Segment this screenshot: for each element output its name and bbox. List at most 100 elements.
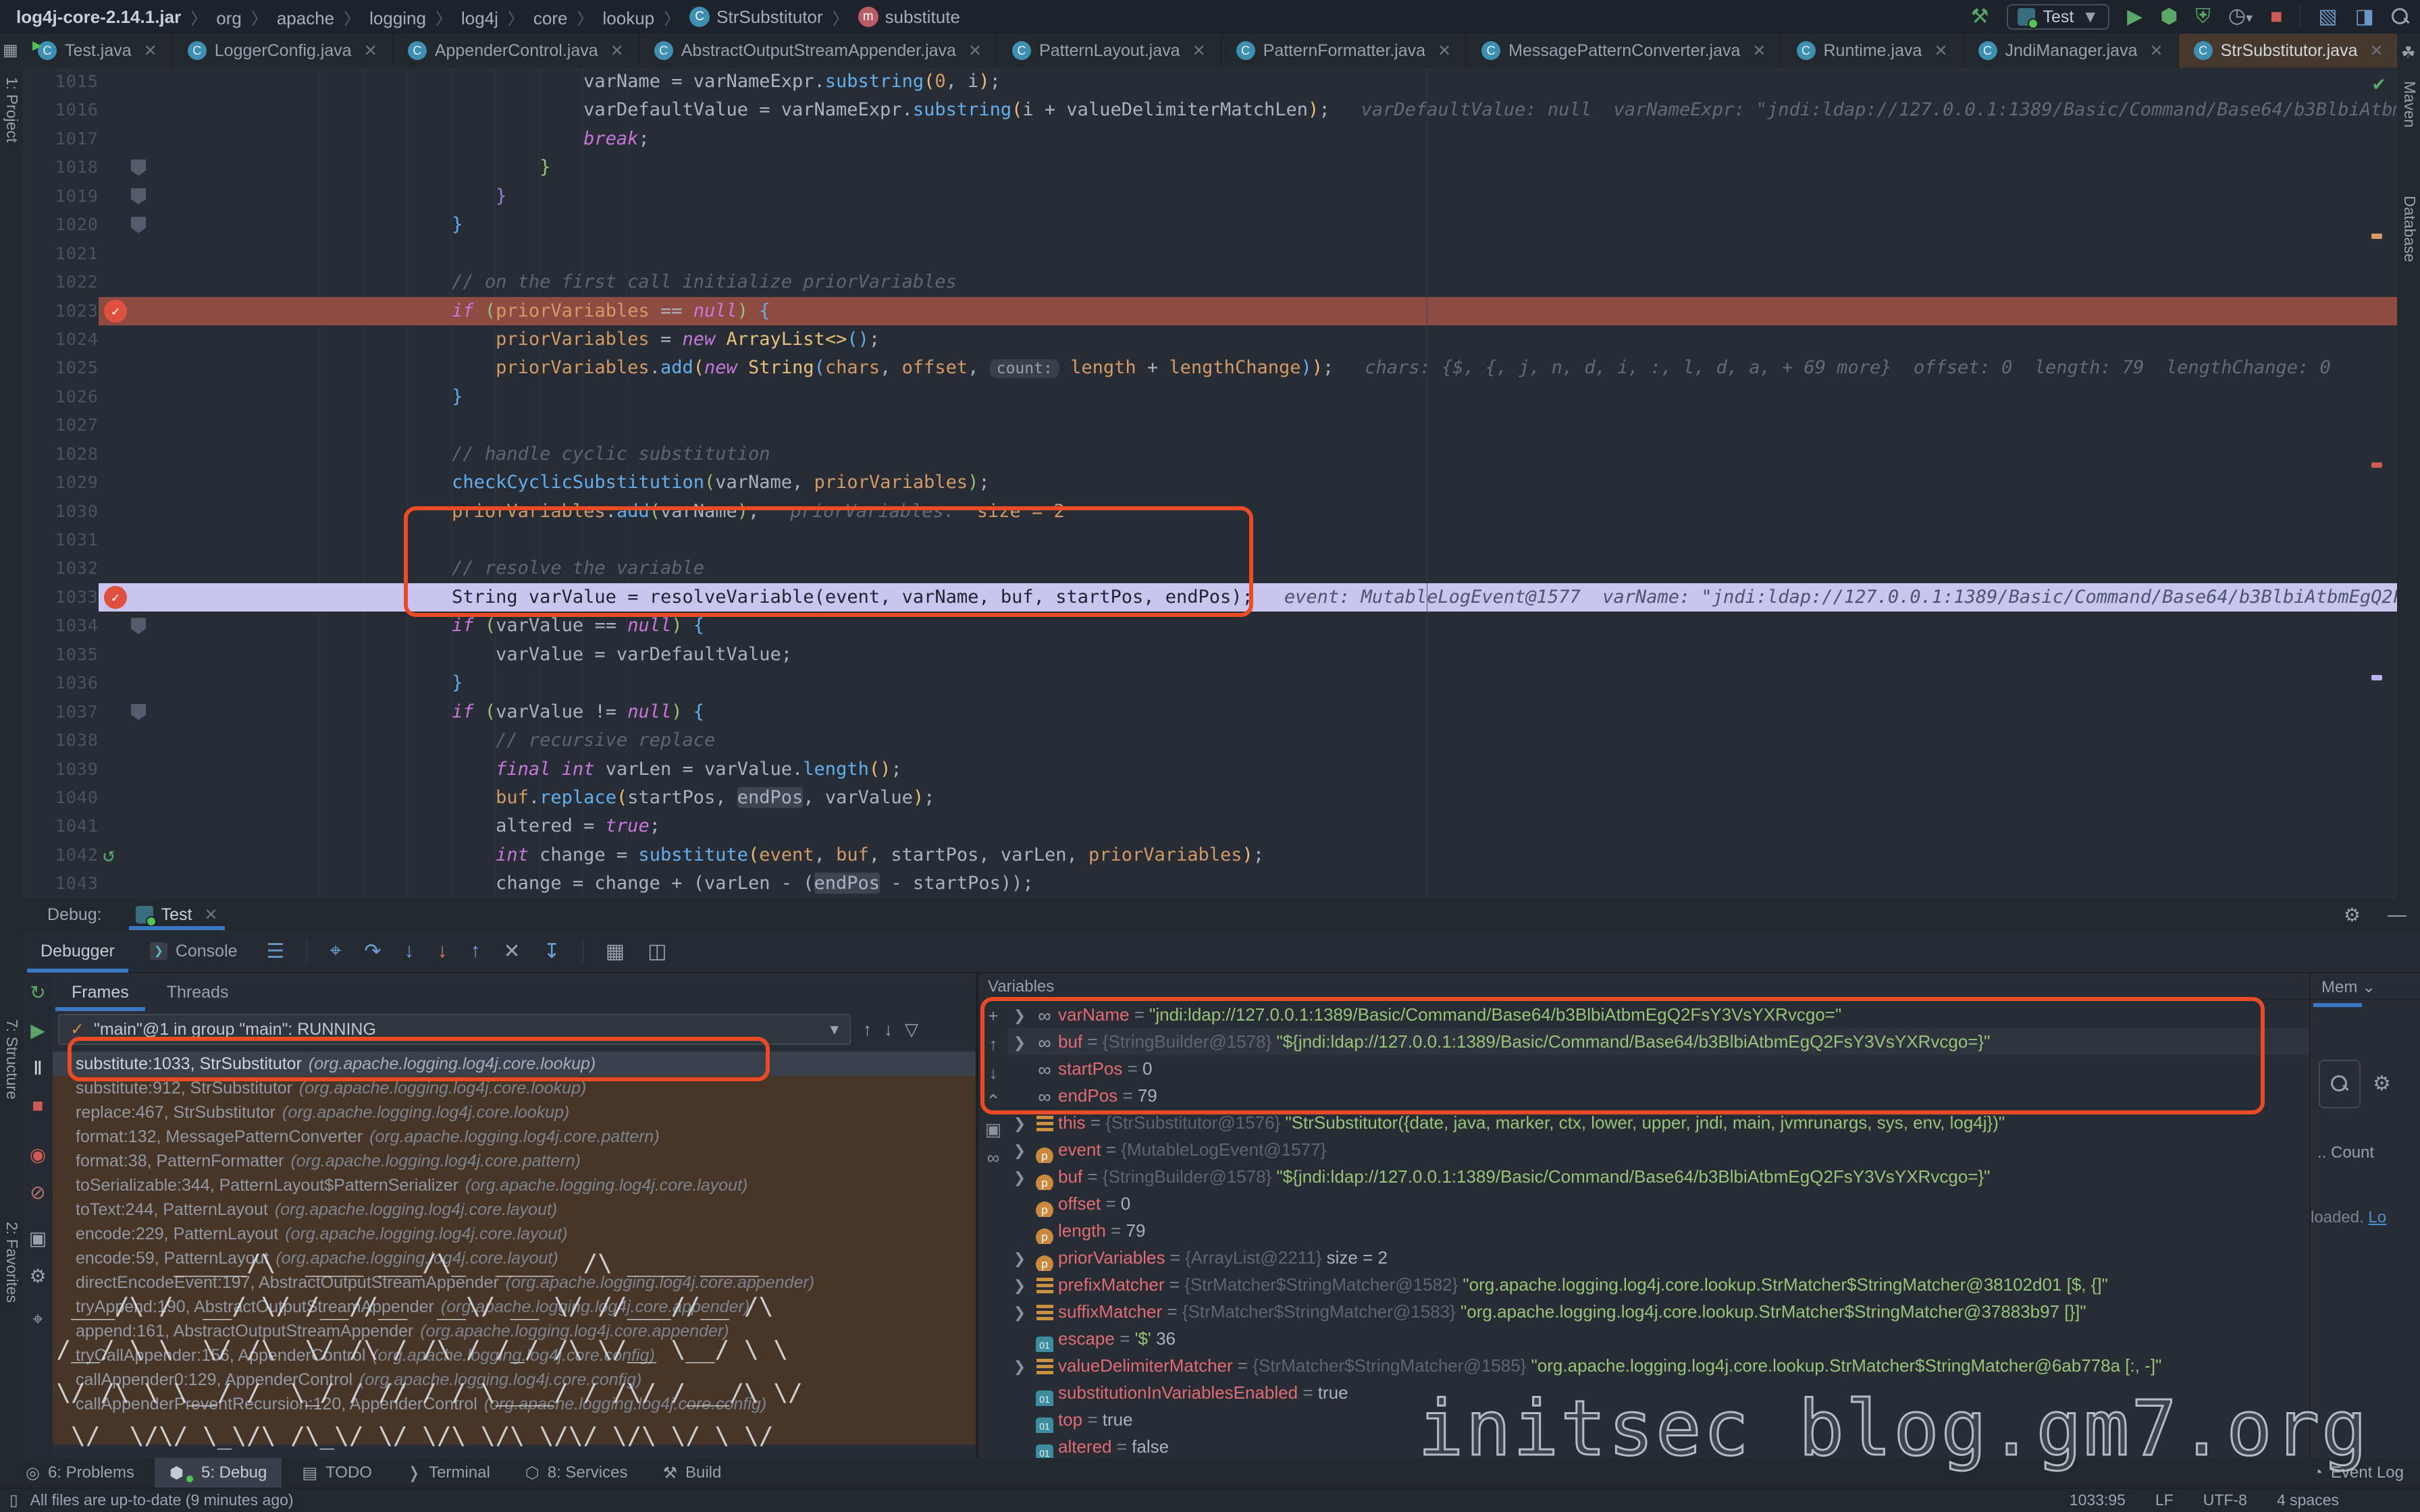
code-line[interactable]: 1033✓ String varValue = resolveVariable(…: [23, 583, 2397, 612]
code-line[interactable]: 1018 }: [23, 153, 2397, 182]
editor-tab[interactable]: CMessagePatternConverter.java✕: [1467, 34, 1781, 68]
close-icon[interactable]: ✕: [2369, 41, 2383, 61]
stop-button[interactable]: ■: [2270, 0, 2282, 34]
stack-frame-row[interactable]: toSerializable:344, PatternLayout$Patter…: [53, 1173, 976, 1197]
stack-frame-row[interactable]: directEncodeEvent:197, AbstractOutputStr…: [53, 1270, 976, 1295]
code-line[interactable]: 1041 altered = true;: [23, 812, 2397, 840]
editor-tab[interactable]: C▶Test.java✕: [23, 34, 173, 68]
breadcrumb-item[interactable]: lookup: [603, 8, 655, 28]
stop-button[interactable]: ■: [23, 1095, 53, 1116]
mute-breakpoints-button[interactable]: ⊘: [23, 1181, 53, 1204]
close-icon[interactable]: ✕: [968, 41, 982, 61]
close-icon[interactable]: ✕: [204, 905, 217, 925]
breadcrumb-class[interactable]: StrSubstitutor: [716, 7, 823, 28]
memory-search-box[interactable]: [2319, 1060, 2361, 1108]
code-line[interactable]: 1029 checkCyclicSubstitution(varName, pr…: [23, 468, 2397, 497]
code-line[interactable]: 1017 break;: [23, 125, 2397, 153]
view-breakpoints-button[interactable]: ◉: [23, 1143, 53, 1166]
variable-row[interactable]: 01substitutionInVariablesEnabled = true: [1008, 1379, 2309, 1406]
tool-window-button-terminal[interactable]: ❭Terminal: [392, 1458, 505, 1488]
code-line[interactable]: 1040 buf.replace(startPos, endPos, varVa…: [23, 784, 2397, 812]
stack-frame-row[interactable]: tryAppend:190, AbstractOutputStreamAppen…: [53, 1295, 976, 1319]
scrollbar-mark[interactable]: [2371, 675, 2382, 680]
stack-frame-row[interactable]: format:132, MessagePatternConverter(org.…: [53, 1125, 976, 1149]
code-line[interactable]: 1030 priorVariables.add(varName);priorVa…: [23, 497, 2397, 526]
code-line[interactable]: 1038 // recursive replace: [23, 726, 2397, 755]
add-watch-button[interactable]: +: [978, 1002, 1008, 1030]
capture-memory-button[interactable]: ▣: [978, 1115, 1008, 1143]
layout-settings-icon[interactable]: ◫: [648, 940, 666, 963]
stack-frame-row[interactable]: append:161, AbstractOutputStreamAppender…: [53, 1319, 976, 1343]
tool-window-button-build[interactable]: ⚒Build: [648, 1458, 736, 1488]
editor-tab[interactable]: CAppenderControl.java✕: [393, 34, 639, 68]
code-line[interactable]: 1019 }: [23, 182, 2397, 211]
collapse-all-button[interactable]: ⌃: [978, 1087, 1008, 1115]
code-line[interactable]: 1035 varValue = varDefaultValue;: [23, 641, 2397, 669]
close-icon[interactable]: ✕: [610, 41, 624, 61]
fold-marker-icon[interactable]: [131, 217, 146, 233]
code-line[interactable]: 1023✓ if (priorVariables == null) {: [23, 297, 2397, 325]
gear-icon[interactable]: ⚙: [2344, 904, 2361, 926]
variable-row[interactable]: 01altered = false: [1008, 1433, 2309, 1458]
code-line[interactable]: 1042↺ int change = substitute(event, buf…: [23, 841, 2397, 869]
project-structure-icon[interactable]: ▧: [2318, 0, 2337, 34]
frames-tab-threads[interactable]: Threads: [148, 973, 248, 1011]
prev-frame-icon[interactable]: ↑: [863, 1019, 872, 1040]
breadcrumb-item[interactable]: org: [216, 8, 242, 28]
frames-tab-frames[interactable]: Frames: [53, 973, 148, 1011]
breadcrumb-item[interactable]: core: [533, 8, 568, 28]
drop-frame-icon[interactable]: ✕: [503, 940, 520, 963]
tool-window-button--services[interactable]: ⬡8: Services: [510, 1458, 643, 1488]
capture-snapshot-button[interactable]: ▣: [23, 1227, 53, 1249]
scrollbar-mark[interactable]: [2371, 462, 2382, 468]
fold-marker-icon[interactable]: [131, 618, 146, 634]
editor-tab[interactable]: CPatternFormatter.java✕: [1221, 34, 1467, 68]
stack-frame-row[interactable]: tryCallAppender:156, AppenderControl(org…: [53, 1343, 976, 1368]
step-over-icon[interactable]: ↷: [364, 940, 381, 963]
status-item[interactable]: UTF-8: [2203, 1491, 2247, 1509]
debug-button[interactable]: ⬢: [2160, 0, 2178, 34]
evaluate-expression-icon[interactable]: ▦: [606, 940, 625, 963]
editor-tab[interactable]: CRuntime.java✕: [1782, 34, 1964, 68]
code-line[interactable]: 1016 varDefaultValue = varNameExpr.subst…: [23, 96, 2397, 124]
breadcrumb-item[interactable]: logging: [369, 8, 426, 28]
editor-tab[interactable]: CPatternLayout.java✕: [997, 34, 1221, 68]
project-strip-icon[interactable]: ▦: [3, 40, 18, 60]
variable-row[interactable]: ❯prefixMatcher = {StrMatcher$StringMatch…: [1008, 1271, 2309, 1298]
stack-frame-row[interactable]: substitute:912, StrSubstitutor(org.apach…: [53, 1076, 976, 1100]
breakpoint-icon[interactable]: ✓: [104, 300, 127, 323]
code-line[interactable]: 1027: [23, 411, 2397, 439]
close-icon[interactable]: ✕: [1934, 41, 1947, 61]
variable-row[interactable]: ❯suffixMatcher = {StrMatcher$StringMatch…: [1008, 1298, 2309, 1325]
tool-window-button--debug[interactable]: ⬢5: Debug: [155, 1458, 282, 1488]
coverage-button[interactable]: ⛨: [2195, 0, 2211, 34]
editor-tab[interactable]: CLoggerConfig.java✕: [173, 34, 393, 68]
show-execution-point-icon[interactable]: ⌖: [330, 940, 341, 963]
rerun-button[interactable]: ↻: [23, 981, 53, 1004]
pause-button[interactable]: Ⅱ: [23, 1057, 53, 1079]
status-item[interactable]: 1033:95: [2070, 1491, 2126, 1509]
variable-row[interactable]: ❯pbuf = {StringBuilder@1578} "${jndi:lda…: [1008, 1163, 2309, 1190]
debug-session-tab[interactable]: Test ✕: [129, 899, 225, 930]
hide-icon[interactable]: —: [2388, 904, 2406, 926]
code-line[interactable]: 1021: [23, 240, 2397, 268]
tool-strip-favorites[interactable]: 2: Favorites: [3, 1222, 21, 1303]
variable-row[interactable]: ❯∞buf = {StringBuilder@1578} "${jndi:lda…: [1008, 1028, 2309, 1055]
variable-row[interactable]: 01top = true: [1008, 1406, 2309, 1433]
tool-strip-maven[interactable]: Maven: [2400, 81, 2419, 128]
layout-icon[interactable]: ▯: [9, 1491, 18, 1509]
debug-settings-button[interactable]: ⚙: [23, 1265, 53, 1287]
variable-row[interactable]: poffset = 0: [1008, 1190, 2309, 1217]
force-step-into-icon[interactable]: ↓: [437, 940, 447, 963]
breadcrumb-item[interactable]: log4j: [461, 8, 498, 28]
code-line[interactable]: 1043 change = change + (varLen - (endPos…: [23, 869, 2397, 898]
code-line[interactable]: 1026 }: [23, 383, 2397, 411]
watches-toggle-button[interactable]: ∞: [978, 1143, 1008, 1172]
breadcrumb-method[interactable]: substitute: [885, 7, 960, 28]
fold-marker-icon[interactable]: [131, 159, 146, 176]
code-line[interactable]: 1034 if (varValue == null) {: [23, 612, 2397, 640]
run-to-cursor-icon[interactable]: ↧: [544, 940, 560, 963]
memory-tab[interactable]: Mem ⌄: [2321, 977, 2375, 997]
step-out-icon[interactable]: ↑: [470, 940, 480, 963]
code-line[interactable]: 1036 }: [23, 669, 2397, 697]
